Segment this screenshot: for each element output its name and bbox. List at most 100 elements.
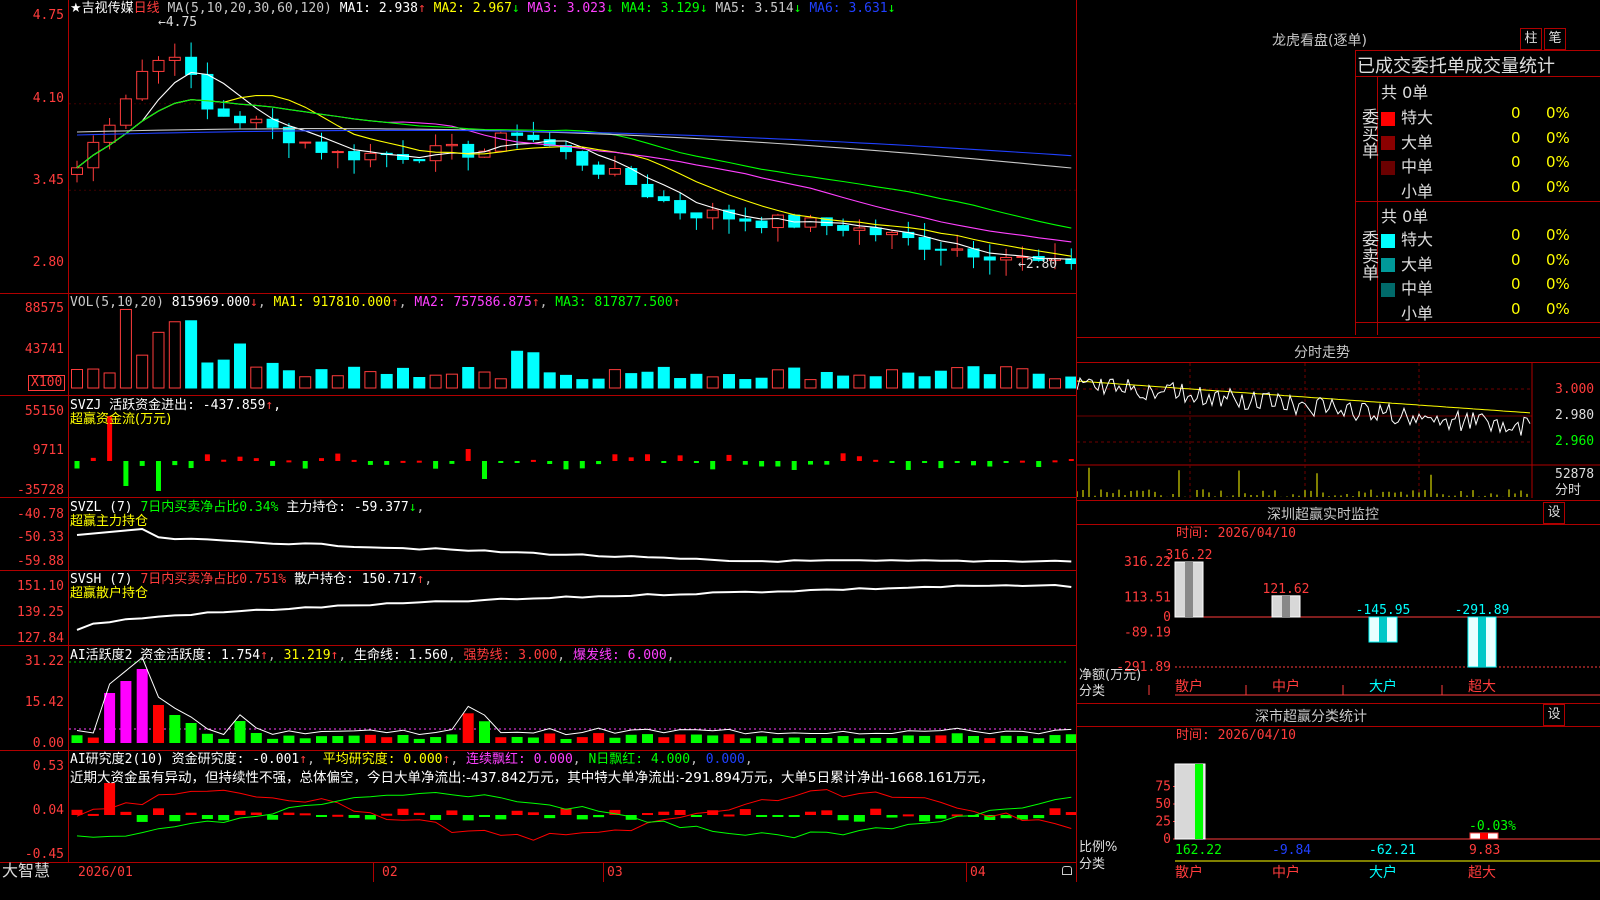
stats-value-label: 162.22 [1175,843,1222,858]
candle [869,227,882,236]
fund-bar [416,460,422,463]
stock-name[interactable]: ★吉视传媒 [70,1,134,16]
tick-mode-button[interactable]: 笔 [1544,28,1566,50]
longhu-tabs[interactable]: 已成交委托单成交量统计 [1357,52,1555,78]
fund-bar [905,461,911,470]
svzl-header: SVZL (7) 7日内买卖净占比0.34% 主力持仓: -59.377↓, [70,500,425,515]
fund-bar [840,453,846,461]
ma-line [76,129,1072,157]
candle [608,168,621,175]
activity-bar [805,738,816,743]
intraday-vol: 52878 [1555,467,1595,482]
volume-bar [331,375,344,389]
fund-bar [1019,460,1025,463]
activity-bar [935,735,947,743]
period-label[interactable]: 日线 [134,1,160,16]
monitor-bar-chart[interactable]: 316.22 113.51 0-89.19 -291.89 316.22 散户 121.62… [1077,540,1600,700]
activity-bar [788,737,800,743]
fund-bar [514,461,520,463]
activity-bar [479,721,490,743]
volume-bar [837,375,850,389]
candle [690,212,703,219]
monitor-value-label: 121.62 [1263,582,1310,597]
research-bar [902,814,914,817]
activity-bar [723,734,735,743]
bar-mode-button[interactable]: 柱 [1520,28,1542,50]
fund-bar [498,461,504,463]
kline-chart[interactable] [69,0,1076,862]
order-size-name: 大单 [1401,132,1434,152]
ma-value: MA6: 3.631 [801,1,888,16]
color-swatch [1381,258,1395,272]
research-bar [136,815,148,822]
fund-bar [563,461,569,470]
main-chart-area[interactable]: 4.75 4.10 3.45 2.80 88575 43741 X100 551… [0,0,1077,882]
activity-bar [218,738,230,743]
research-bar [299,813,311,816]
stats-value-label: 9.83 [1469,843,1500,858]
main-header: ★吉视传媒日线 MA(5,10,20,30,60,120) MA1: 2.938… [70,1,896,16]
color-swatch [1381,282,1395,297]
order-size-row: 大单 0 0% [1381,251,1570,275]
research-bar [185,812,197,815]
research-bar [316,815,327,817]
research-bar [576,815,588,820]
stats-category: 超大 [1468,865,1496,881]
activity-bar [185,723,197,743]
monitor-settings-button[interactable]: 设 [1543,502,1565,524]
monitor-time: 时间: 2026/04/10 [1176,526,1296,541]
svzj-axis-label: -35728 [17,483,64,498]
candle [641,183,654,198]
research-bar [837,815,849,821]
volume-bar [967,366,980,389]
lock-icon[interactable] [1062,866,1072,875]
xaxis-label: 2026/01 [78,865,133,880]
fund-bar [775,461,781,467]
candle [429,145,442,162]
activity-bar [919,735,931,743]
brand-logo[interactable]: 大智慧 [2,863,50,879]
order-count: 0 [1511,250,1521,269]
fund-bar [400,460,406,463]
ai2-comment: 近期大资金虽有异动，但持续性不强，总体偏空，今日大单净流出:-437.842万元… [70,770,994,786]
order-percent: 0% [1546,226,1570,244]
xaxis-label: 04 [970,865,986,880]
fund-bar [710,461,716,470]
monitor-category: 超大 [1468,679,1496,695]
candle [71,167,83,175]
monitor-bar-stripe [1282,595,1290,617]
intraday-chart[interactable] [1077,363,1600,498]
candle [331,151,344,154]
monitor-value-label: -291.89 [1455,603,1510,618]
research-bar [821,810,833,815]
volume-bar [641,371,654,389]
order-size-row: 小单 0 0% [1381,300,1570,324]
fund-bar [465,449,471,461]
research-bar [430,815,442,820]
monitor-ytick: 113.51 [1124,590,1171,605]
ma-value: MA4: 3.129 [613,1,700,16]
volume-bar [1000,366,1013,389]
fund-bar [808,461,813,465]
ma-value: MA1: 2.938 [339,1,418,16]
volume-bar [364,371,377,389]
candle [983,256,996,261]
svzl-axis-label: -59.88 [17,554,64,569]
volume-bar [853,374,866,389]
fund-bar [90,457,96,461]
activity-bar [283,735,295,743]
fund-bar [156,461,161,491]
stats-ytick: 0 [1163,832,1171,847]
candle [576,151,589,166]
research-bar [397,808,409,815]
stats-settings-button[interactable]: 设 [1543,704,1565,726]
volume-bar [560,374,572,389]
fund-bar [726,454,732,461]
ma-line [76,71,1072,260]
research-bar [739,809,751,815]
activity-bar [870,737,882,743]
fund-bar [954,461,960,463]
stats-bar-chart[interactable]: 75 50 25 0 -0.03% 162.22 散户 -9.84 中户 -62.21 大户 9.83… [1077,742,1600,882]
fund-bar [204,454,210,461]
svzj-header: SVZJ 活跃资金进出: -437.859↑, [70,398,282,413]
